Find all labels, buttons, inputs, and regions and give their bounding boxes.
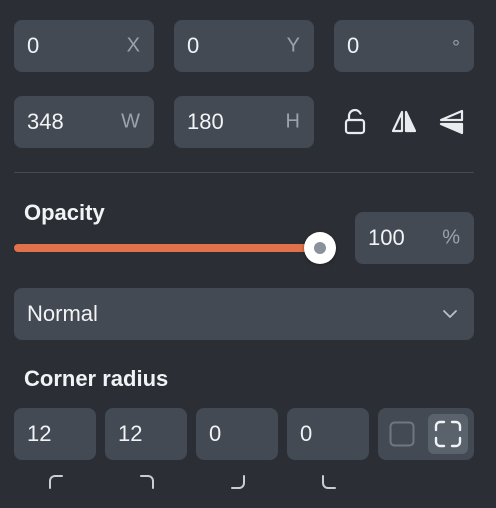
opacity-slider-thumb[interactable] <box>304 232 336 264</box>
uniform-radius-button[interactable] <box>384 416 420 452</box>
y-unit-label: Y <box>286 34 300 57</box>
width-unit-label: W <box>121 110 140 133</box>
corner-radius-bottom-left-field[interactable]: 0 <box>287 408 369 460</box>
corner-radius-bottom-right-field[interactable]: 0 <box>196 408 278 460</box>
width-value: 348 <box>27 109 64 134</box>
height-field[interactable]: 180 H <box>174 96 314 148</box>
section-divider <box>14 172 474 173</box>
chevron-down-icon <box>443 310 457 318</box>
opacity-value: 100 <box>368 225 405 250</box>
top-left-corner-icon <box>49 475 63 489</box>
unlocked-lock-icon <box>344 109 366 135</box>
top-right-corner-icon <box>140 475 154 489</box>
corner-radius-label: Corner radius <box>24 366 169 391</box>
square-icon <box>389 421 415 447</box>
rotation-field[interactable]: 0 ° <box>334 20 474 72</box>
corner-radius-bottom-right-value: 0 <box>209 421 222 446</box>
bottom-right-corner-icon <box>231 475 245 489</box>
bottom-left-corner-icon <box>322 475 336 489</box>
flip-horizontal-icon <box>391 110 417 133</box>
rotation-unit-label: ° <box>452 37 460 59</box>
x-position-field[interactable]: 0 X <box>14 20 154 72</box>
corner-radius-top-left-field[interactable]: 12 <box>14 408 96 460</box>
corner-radius-mode-toggle <box>378 408 474 460</box>
x-value: 0 <box>27 33 40 58</box>
height-value: 180 <box>187 109 224 134</box>
y-position-field[interactable]: 0 Y <box>174 20 314 72</box>
proportion-lock-button[interactable] <box>337 104 373 140</box>
design-properties-panel: 0 X 0 Y 0 ° 348 W 180 H Opacity 100 % No… <box>0 0 496 508</box>
blend-mode-select[interactable]: Normal <box>14 288 474 340</box>
corner-radius-top-right-value: 12 <box>118 421 143 446</box>
opacity-slider[interactable] <box>14 244 320 252</box>
individual-radius-button[interactable] <box>428 414 468 454</box>
opacity-unit-label: % <box>442 226 460 249</box>
flip-vertical-button[interactable] <box>434 104 470 140</box>
height-unit-label: H <box>285 110 300 133</box>
corner-radius-top-right-field[interactable]: 12 <box>105 408 187 460</box>
y-value: 0 <box>187 33 200 58</box>
opacity-label: Opacity <box>24 200 105 225</box>
width-field[interactable]: 348 W <box>14 96 154 148</box>
flip-horizontal-button[interactable] <box>386 104 422 140</box>
flip-vertical-icon <box>439 109 464 135</box>
opacity-value-field[interactable]: 100 % <box>355 212 474 264</box>
rotation-value: 0 <box>347 33 360 58</box>
corner-radius-top-left-value: 12 <box>27 421 52 446</box>
individual-corners-icon <box>434 420 462 448</box>
corner-radius-bottom-left-value: 0 <box>300 421 313 446</box>
blend-mode-value: Normal <box>27 301 98 326</box>
x-unit-label: X <box>126 34 140 57</box>
